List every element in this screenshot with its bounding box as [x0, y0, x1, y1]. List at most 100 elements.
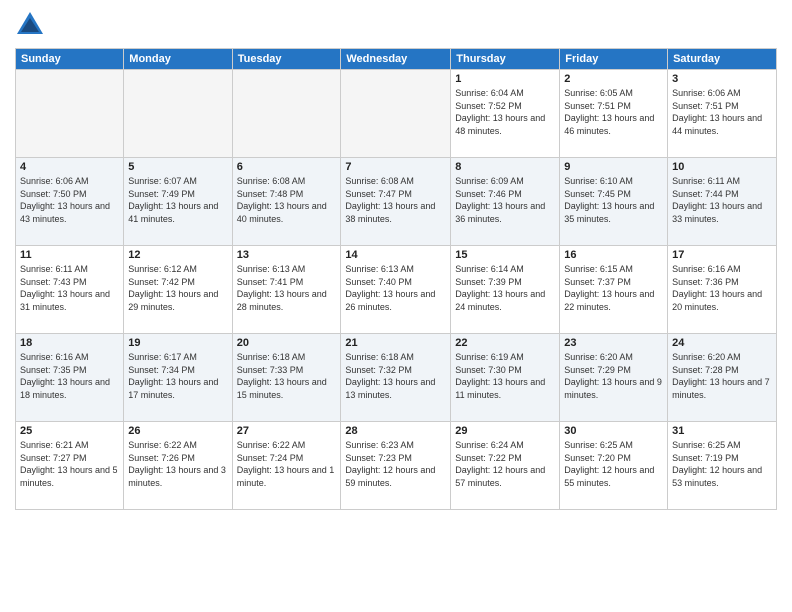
- calendar-cell-empty-3: [341, 70, 451, 158]
- day-info: Sunrise: 6:10 AMSunset: 7:45 PMDaylight:…: [564, 175, 663, 225]
- calendar-cell-10: 10 Sunrise: 6:11 AMSunset: 7:44 PMDayligh…: [668, 158, 777, 246]
- calendar-cell-27: 27Sunrise: 6:22 AMSunset: 7:24 PMDayligh…: [232, 422, 341, 510]
- calendar-cell-20: 20Sunrise: 6:18 AMSunset: 7:33 PMDayligh…: [232, 334, 341, 422]
- day-info: Sunrise: 6:17 AMSunset: 7:34 PMDaylight:…: [128, 351, 227, 401]
- week-row-2: 4Sunrise: 6:06 AMSunset: 7:50 PMDaylight…: [16, 158, 777, 246]
- day-info: Sunrise: 6:20 AMSunset: 7:28 PMDaylight:…: [672, 351, 772, 401]
- weekday-header-row: SundayMondayTuesdayWednesdayThursdayFrid…: [16, 49, 777, 70]
- day-number: 10: [672, 161, 772, 173]
- calendar-cell-24: 24 Sunrise: 6:20 AMSunset: 7:28 PMDayligh…: [668, 334, 777, 422]
- day-number: 17: [672, 249, 772, 261]
- week-row-4: 18 Sunrise: 6:16 AMSunset: 7:35 PMDayligh…: [16, 334, 777, 422]
- day-info: Sunrise: 6:24 AMSunset: 7:22 PMDaylight:…: [455, 439, 555, 489]
- day-info: Sunrise: 6:08 AMSunset: 7:47 PMDaylight:…: [345, 175, 446, 225]
- day-number: 2: [564, 73, 663, 85]
- calendar-cell-4: 4Sunrise: 6:06 AMSunset: 7:50 PMDaylight…: [16, 158, 124, 246]
- day-number: 30: [564, 425, 663, 437]
- calendar-cell-23: 23 Sunrise: 6:20 AMSunset: 7:29 PMDayligh…: [560, 334, 668, 422]
- day-info: Sunrise: 6:09 AMSunset: 7:46 PMDaylight:…: [455, 175, 555, 225]
- week-row-3: 11Sunrise: 6:11 AMSunset: 7:43 PMDayligh…: [16, 246, 777, 334]
- calendar-cell-30: 30 Sunrise: 6:25 AMSunset: 7:20 PMDayligh…: [560, 422, 668, 510]
- day-number: 15: [455, 249, 555, 261]
- calendar-cell-17: 17 Sunrise: 6:16 AMSunset: 7:36 PMDayligh…: [668, 246, 777, 334]
- logo-icon: [15, 10, 45, 40]
- day-info: Sunrise: 6:11 AMSunset: 7:44 PMDaylight:…: [672, 175, 772, 225]
- day-number: 5: [128, 161, 227, 173]
- calendar-cell-9: 9 Sunrise: 6:10 AMSunset: 7:45 PMDaylight…: [560, 158, 668, 246]
- day-info: Sunrise: 6:05 AMSunset: 7:51 PMDaylight:…: [564, 87, 663, 137]
- calendar-cell-5: 5 Sunrise: 6:07 AMSunset: 7:49 PMDaylight…: [124, 158, 232, 246]
- page: SundayMondayTuesdayWednesdayThursdayFrid…: [0, 0, 792, 612]
- day-info: Sunrise: 6:25 AMSunset: 7:20 PMDaylight:…: [564, 439, 663, 489]
- calendar-cell-22: 22 Sunrise: 6:19 AMSunset: 7:30 PMDayligh…: [451, 334, 560, 422]
- day-info: Sunrise: 6:06 AMSunset: 7:51 PMDaylight:…: [672, 87, 772, 137]
- calendar-cell-26: 26 Sunrise: 6:22 AMSunset: 7:26 PMDayligh…: [124, 422, 232, 510]
- day-info: Sunrise: 6:18 AMSunset: 7:32 PMDaylight:…: [345, 351, 446, 401]
- day-info: Sunrise: 6:22 AMSunset: 7:24 PMDaylight:…: [237, 439, 337, 489]
- calendar-cell-7: 7 Sunrise: 6:08 AMSunset: 7:47 PMDaylight…: [341, 158, 451, 246]
- day-number: 31: [672, 425, 772, 437]
- calendar-cell-25: 25 Sunrise: 6:21 AMSunset: 7:27 PMDayligh…: [16, 422, 124, 510]
- weekday-header-sunday: Sunday: [16, 49, 124, 70]
- day-info: Sunrise: 6:16 AMSunset: 7:36 PMDaylight:…: [672, 263, 772, 313]
- calendar-cell-3: 3 Sunrise: 6:06 AMSunset: 7:51 PMDaylight…: [668, 70, 777, 158]
- day-info: Sunrise: 6:21 AMSunset: 7:27 PMDaylight:…: [20, 439, 119, 489]
- calendar-cell-29: 29Sunrise: 6:24 AMSunset: 7:22 PMDayligh…: [451, 422, 560, 510]
- day-number: 23: [564, 337, 663, 349]
- day-number: 26: [128, 425, 227, 437]
- day-number: 21: [345, 337, 446, 349]
- week-row-1: 1Sunrise: 6:04 AMSunset: 7:52 PMDaylight…: [16, 70, 777, 158]
- logo: [15, 10, 49, 40]
- calendar-cell-12: 12 Sunrise: 6:12 AMSunset: 7:42 PMDayligh…: [124, 246, 232, 334]
- weekday-header-thursday: Thursday: [451, 49, 560, 70]
- calendar-cell-15: 15 Sunrise: 6:14 AMSunset: 7:39 PMDayligh…: [451, 246, 560, 334]
- day-number: 25: [20, 425, 119, 437]
- calendar-cell-31: 31 Sunrise: 6:25 AMSunset: 7:19 PMDayligh…: [668, 422, 777, 510]
- day-info: Sunrise: 6:12 AMSunset: 7:42 PMDaylight:…: [128, 263, 227, 313]
- day-info: Sunrise: 6:14 AMSunset: 7:39 PMDaylight:…: [455, 263, 555, 313]
- calendar-table: SundayMondayTuesdayWednesdayThursdayFrid…: [15, 48, 777, 510]
- calendar-cell-18: 18 Sunrise: 6:16 AMSunset: 7:35 PMDayligh…: [16, 334, 124, 422]
- day-number: 7: [345, 161, 446, 173]
- day-info: Sunrise: 6:20 AMSunset: 7:29 PMDaylight:…: [564, 351, 663, 401]
- day-number: 16: [564, 249, 663, 261]
- day-number: 22: [455, 337, 555, 349]
- calendar-cell-19: 19Sunrise: 6:17 AMSunset: 7:34 PMDayligh…: [124, 334, 232, 422]
- calendar-cell-21: 21 Sunrise: 6:18 AMSunset: 7:32 PMDayligh…: [341, 334, 451, 422]
- calendar-cell-1: 1Sunrise: 6:04 AMSunset: 7:52 PMDaylight…: [451, 70, 560, 158]
- day-number: 13: [237, 249, 337, 261]
- day-number: 9: [564, 161, 663, 173]
- calendar-cell-empty-2: [232, 70, 341, 158]
- calendar-cell-8: 8 Sunrise: 6:09 AMSunset: 7:46 PMDaylight…: [451, 158, 560, 246]
- day-info: Sunrise: 6:13 AMSunset: 7:40 PMDaylight:…: [345, 263, 446, 313]
- day-info: Sunrise: 6:07 AMSunset: 7:49 PMDaylight:…: [128, 175, 227, 225]
- day-number: 28: [345, 425, 446, 437]
- calendar-cell-16: 16Sunrise: 6:15 AMSunset: 7:37 PMDayligh…: [560, 246, 668, 334]
- day-info: Sunrise: 6:08 AMSunset: 7:48 PMDaylight:…: [237, 175, 337, 225]
- calendar-cell-14: 14 Sunrise: 6:13 AMSunset: 7:40 PMDayligh…: [341, 246, 451, 334]
- day-number: 3: [672, 73, 772, 85]
- day-number: 12: [128, 249, 227, 261]
- day-number: 18: [20, 337, 119, 349]
- weekday-header-saturday: Saturday: [668, 49, 777, 70]
- day-number: 4: [20, 161, 119, 173]
- calendar-cell-2: 2 Sunrise: 6:05 AMSunset: 7:51 PMDaylight…: [560, 70, 668, 158]
- weekday-header-tuesday: Tuesday: [232, 49, 341, 70]
- header: [15, 10, 777, 40]
- day-info: Sunrise: 6:19 AMSunset: 7:30 PMDaylight:…: [455, 351, 555, 401]
- day-info: Sunrise: 6:22 AMSunset: 7:26 PMDaylight:…: [128, 439, 227, 489]
- day-info: Sunrise: 6:11 AMSunset: 7:43 PMDaylight:…: [20, 263, 119, 313]
- day-number: 20: [237, 337, 337, 349]
- calendar-cell-13: 13Sunrise: 6:13 AMSunset: 7:41 PMDayligh…: [232, 246, 341, 334]
- weekday-header-monday: Monday: [124, 49, 232, 70]
- calendar-cell-6: 6 Sunrise: 6:08 AMSunset: 7:48 PMDaylight…: [232, 158, 341, 246]
- day-info: Sunrise: 6:04 AMSunset: 7:52 PMDaylight:…: [455, 87, 555, 137]
- day-number: 8: [455, 161, 555, 173]
- day-number: 24: [672, 337, 772, 349]
- day-info: Sunrise: 6:25 AMSunset: 7:19 PMDaylight:…: [672, 439, 772, 489]
- day-info: Sunrise: 6:16 AMSunset: 7:35 PMDaylight:…: [20, 351, 119, 401]
- calendar-cell-empty-1: [124, 70, 232, 158]
- calendar-cell-empty-0: [16, 70, 124, 158]
- day-number: 14: [345, 249, 446, 261]
- day-number: 6: [237, 161, 337, 173]
